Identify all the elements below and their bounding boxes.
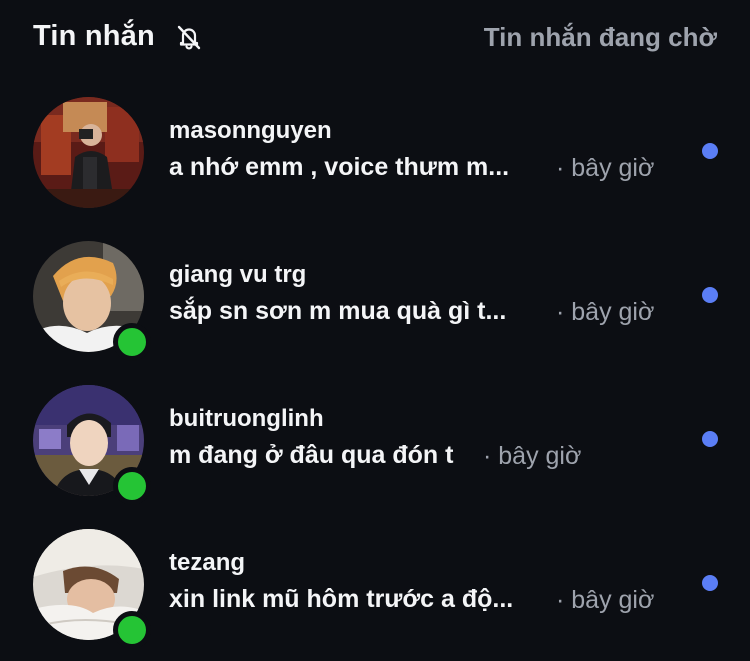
thread-row-masonnguyen[interactable]: masonnguyen a nhớ emm , voice thưm m... … — [0, 97, 750, 237]
thread-preview: sắp sn sơn m mua quà gì t... — [169, 297, 507, 325]
thread-timestamp: · bây giờ — [556, 586, 655, 614]
online-status-indicator — [113, 323, 151, 361]
unread-indicator — [702, 575, 718, 591]
online-status-indicator — [113, 467, 151, 505]
thread-timestamp: · bây giờ — [483, 442, 582, 470]
unread-indicator — [702, 431, 718, 447]
bell-muted-icon[interactable] — [174, 22, 204, 52]
thread-username: masonnguyen — [169, 117, 332, 144]
message-requests-link[interactable]: Tin nhắn đang chờ — [484, 22, 717, 53]
avatar[interactable] — [33, 97, 144, 208]
unread-indicator — [702, 287, 718, 303]
thread-row-buitruonglinh[interactable]: buitruonglinh m đang ở đâu qua đón t · b… — [0, 385, 750, 525]
online-status-indicator — [113, 611, 151, 649]
direct-messages-screen: Tin nhắn Tin nhắn đang chờ masonnguyen a… — [0, 0, 750, 661]
thread-row-giang-vu-trg[interactable]: giang vu trg sắp sn sơn m mua quà gì t..… — [0, 241, 750, 381]
thread-username: buitruonglinh — [169, 405, 324, 432]
thread-preview: xin link mũ hôm trước a độ... — [169, 585, 514, 613]
thread-row-tezang[interactable]: tezang xin link mũ hôm trước a độ... · b… — [0, 529, 750, 661]
messages-header: Tin nhắn Tin nhắn đang chờ — [0, 0, 750, 80]
thread-preview: m đang ở đâu qua đón t — [169, 441, 454, 469]
thread-timestamp: · bây giờ — [556, 298, 655, 326]
page-title: Tin nhắn — [33, 20, 155, 52]
thread-preview: a nhớ emm , voice thưm m... — [169, 153, 510, 181]
unread-indicator — [702, 143, 718, 159]
thread-username: giang vu trg — [169, 261, 307, 288]
thread-username: tezang — [169, 549, 246, 576]
thread-timestamp: · bây giờ — [556, 154, 655, 182]
